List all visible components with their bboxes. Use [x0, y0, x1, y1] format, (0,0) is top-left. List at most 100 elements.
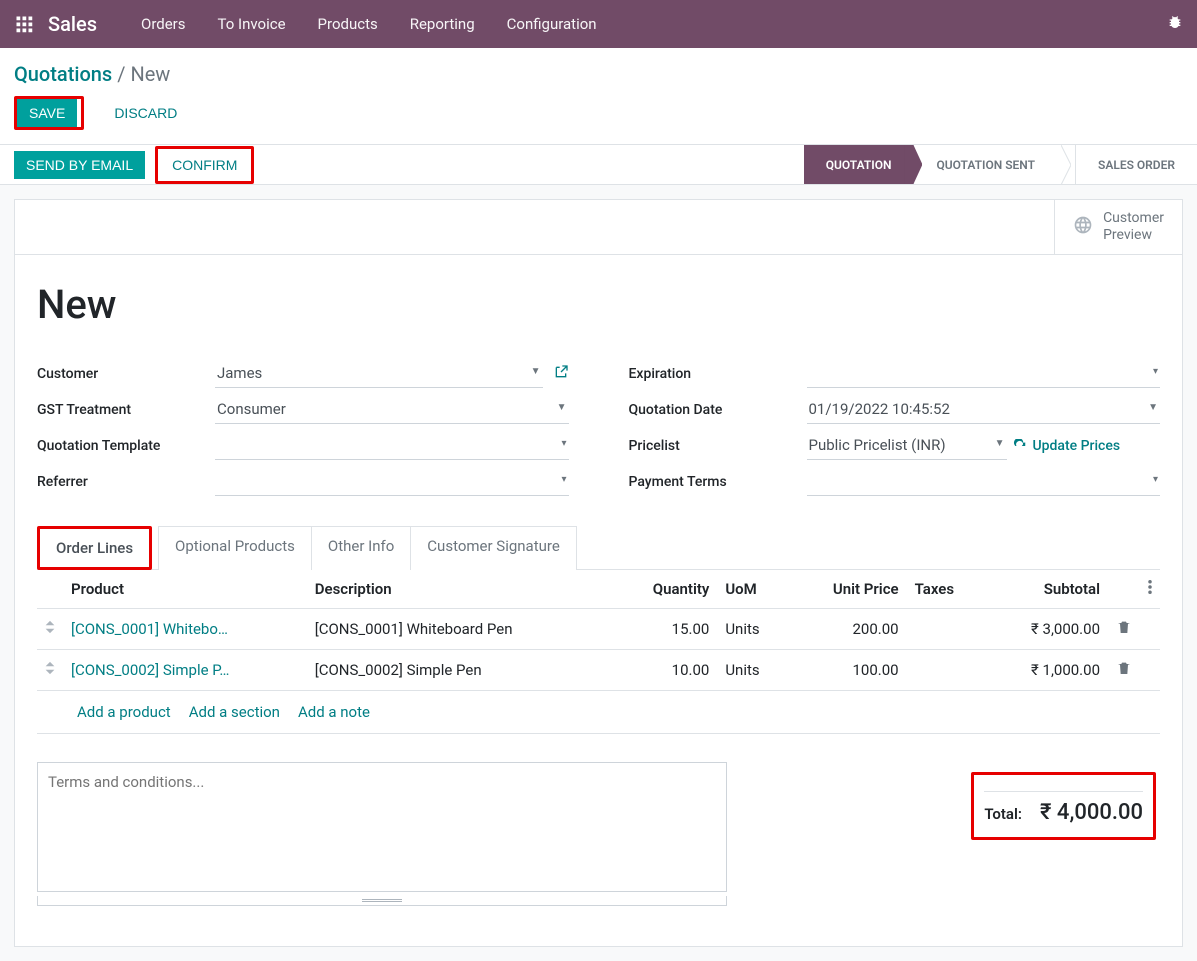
- payment-field[interactable]: ▾: [807, 468, 1161, 496]
- qdate-value: 01/19/2022 10:45:52: [809, 400, 950, 418]
- gst-field[interactable]: Consumer ▼: [215, 396, 569, 424]
- th-description: Description: [307, 570, 614, 609]
- caret-down-icon: ▾: [1153, 366, 1158, 377]
- tab-optional-products[interactable]: Optional Products: [158, 526, 312, 570]
- terms-box: [37, 762, 727, 906]
- top-nav: Sales Orders To Invoice Products Reporti…: [0, 0, 1197, 48]
- refresh-icon: [1013, 439, 1027, 453]
- customer-value: James: [217, 364, 262, 382]
- terms-textarea[interactable]: [37, 762, 727, 892]
- status-row: SEND BY EMAIL CONFIRM QUOTATION QUOTATIO…: [0, 144, 1197, 185]
- row1-unit[interactable]: 100.00: [789, 649, 906, 690]
- add-note-link[interactable]: Add a note: [298, 703, 370, 721]
- tab-order-lines[interactable]: Order Lines: [40, 529, 149, 567]
- app-brand[interactable]: Sales: [48, 12, 97, 36]
- gst-label: GST Treatment: [37, 402, 215, 418]
- save-highlight: SAVE: [14, 96, 84, 130]
- nav-menu: Orders To Invoice Products Reporting Con…: [125, 15, 613, 33]
- customer-label: Customer: [37, 366, 215, 382]
- caret-down-icon: ▾: [561, 474, 566, 485]
- save-button[interactable]: SAVE: [17, 99, 77, 127]
- row0-product[interactable]: [CONS_0001] Whitebo…: [71, 620, 228, 638]
- row0-unit[interactable]: 200.00: [789, 608, 906, 649]
- customer-field[interactable]: James▼: [215, 360, 543, 388]
- page-title: New: [37, 281, 1160, 328]
- row0-subtotal: ₹ 3,000.00: [986, 608, 1108, 649]
- row1-product[interactable]: [CONS_0002] Simple P…: [71, 661, 229, 679]
- row0-uom[interactable]: Units: [717, 608, 789, 649]
- template-field[interactable]: ▾: [215, 432, 569, 460]
- expiration-label: Expiration: [629, 366, 807, 382]
- th-unit-price: Unit Price: [789, 570, 906, 609]
- row1-description[interactable]: [CONS_0002] Simple Pen: [307, 649, 614, 690]
- row1-qty[interactable]: 10.00: [613, 649, 717, 690]
- row0-qty[interactable]: 15.00: [613, 608, 717, 649]
- row1-subtotal: ₹ 1,000.00: [986, 649, 1108, 690]
- confirm-highlight: CONFIRM: [155, 146, 254, 184]
- tab-customer-signature[interactable]: Customer Signature: [410, 526, 577, 570]
- qdate-label: Quotation Date: [629, 402, 807, 418]
- caret-down-icon: ▼: [557, 402, 567, 413]
- pricelist-value: Public Pricelist (INR): [809, 436, 946, 454]
- status-quotation-sent[interactable]: QUOTATION SENT: [913, 145, 1057, 184]
- add-section-link[interactable]: Add a section: [189, 703, 280, 721]
- send-by-email-button[interactable]: SEND BY EMAIL: [14, 151, 145, 179]
- bug-icon[interactable]: [1167, 14, 1183, 34]
- drag-handle-icon[interactable]: [37, 649, 63, 690]
- referrer-field[interactable]: ▾: [215, 468, 569, 496]
- globe-icon: [1073, 215, 1093, 239]
- apps-icon[interactable]: [14, 14, 34, 34]
- gst-value: Consumer: [217, 400, 286, 418]
- total-highlight: Total: ₹ 4,000.00: [971, 772, 1156, 840]
- expiration-field[interactable]: ▾: [807, 360, 1161, 388]
- trash-icon[interactable]: [1116, 662, 1132, 680]
- status-sales-order[interactable]: SALES ORDER: [1075, 145, 1197, 184]
- breadcrumb: Quotations / New: [14, 62, 1183, 86]
- breadcrumb-current: New: [130, 62, 170, 86]
- row0-description[interactable]: [CONS_0001] Whiteboard Pen: [307, 608, 614, 649]
- tab-other-info[interactable]: Other Info: [311, 526, 411, 570]
- pricelist-field[interactable]: Public Pricelist (INR) ▼: [807, 432, 1007, 460]
- kebab-icon[interactable]: [1148, 580, 1152, 598]
- form-sheet: Customer Preview New Customer James▼ GST…: [14, 199, 1183, 947]
- row0-taxes[interactable]: [907, 608, 987, 649]
- caret-down-icon: ▾: [1153, 474, 1158, 485]
- status-sep-icon: [1057, 145, 1075, 184]
- nav-to-invoice[interactable]: To Invoice: [202, 15, 302, 33]
- breadcrumb-root[interactable]: Quotations: [14, 62, 112, 86]
- subheader: Quotations / New SAVE DISCARD: [0, 48, 1197, 144]
- external-link-icon[interactable]: [553, 364, 569, 384]
- total-label: Total:: [984, 805, 1022, 823]
- pricelist-label: Pricelist: [629, 438, 807, 454]
- drag-handle-icon[interactable]: [37, 608, 63, 649]
- table-row[interactable]: [CONS_0002] Simple P… [CONS_0002] Simple…: [37, 649, 1160, 690]
- row1-uom[interactable]: Units: [717, 649, 789, 690]
- table-row[interactable]: [CONS_0001] Whitebo… [CONS_0001] Whitebo…: [37, 608, 1160, 649]
- add-product-link[interactable]: Add a product: [77, 703, 171, 721]
- th-taxes: Taxes: [907, 570, 987, 609]
- customer-preview-button[interactable]: Customer Preview: [1054, 200, 1182, 254]
- order-lines-highlight: Order Lines: [37, 526, 152, 570]
- caret-down-icon: ▾: [561, 438, 566, 449]
- confirm-button[interactable]: CONFIRM: [158, 149, 251, 181]
- update-prices-label: Update Prices: [1033, 438, 1121, 454]
- discard-button[interactable]: DISCARD: [102, 99, 189, 127]
- customer-preview-l1: Customer: [1103, 210, 1164, 227]
- caret-down-icon: ▼: [995, 438, 1005, 449]
- nav-orders[interactable]: Orders: [125, 15, 202, 33]
- th-subtotal: Subtotal: [986, 570, 1108, 609]
- status-quotation[interactable]: QUOTATION: [804, 145, 914, 184]
- row1-taxes[interactable]: [907, 649, 987, 690]
- nav-configuration[interactable]: Configuration: [491, 15, 613, 33]
- th-product: Product: [63, 570, 307, 609]
- status-bar: QUOTATION QUOTATION SENT SALES ORDER: [804, 145, 1197, 184]
- nav-products[interactable]: Products: [302, 15, 394, 33]
- nav-reporting[interactable]: Reporting: [394, 15, 491, 33]
- resize-handle-icon[interactable]: [37, 896, 727, 906]
- th-quantity: Quantity: [613, 570, 717, 609]
- th-uom: UoM: [717, 570, 789, 609]
- payment-label: Payment Terms: [629, 474, 807, 490]
- qdate-field[interactable]: 01/19/2022 10:45:52▼: [807, 396, 1161, 424]
- update-prices-button[interactable]: Update Prices: [1013, 438, 1121, 454]
- trash-icon[interactable]: [1116, 621, 1132, 639]
